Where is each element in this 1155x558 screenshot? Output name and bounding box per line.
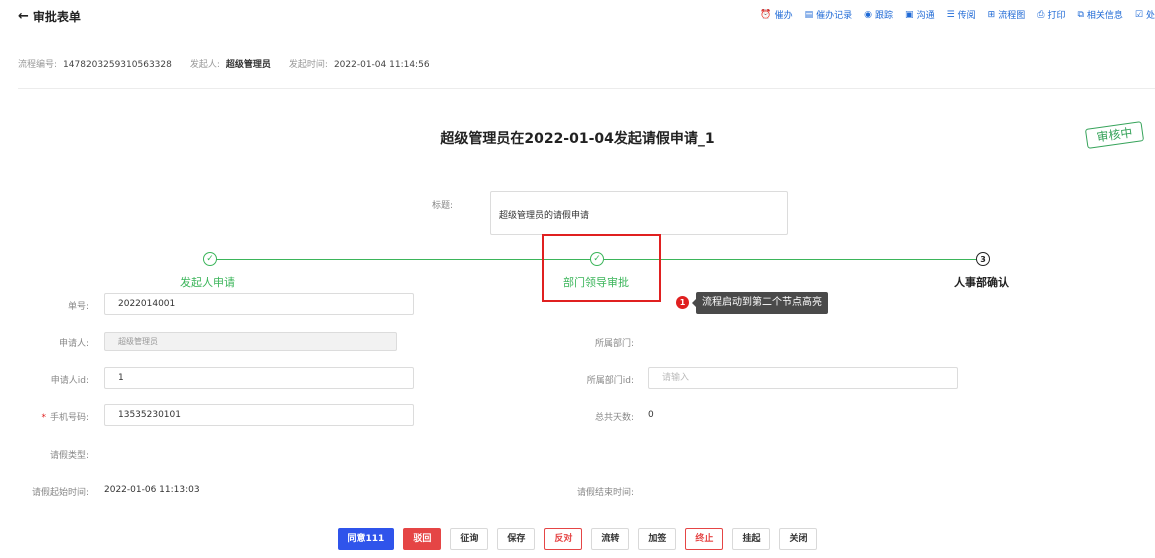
tool-urge[interactable]: ⏰ 催办 xyxy=(760,8,793,22)
total-days-value: 0 xyxy=(648,410,654,420)
step-3-label: 人事部确认 xyxy=(954,276,1009,289)
arrow-left-icon: ← xyxy=(18,9,29,24)
title-field-label: 标题: xyxy=(432,201,454,211)
related-icon: ⧉ xyxy=(1077,9,1084,20)
communicate-icon: ▣ xyxy=(905,9,914,20)
tool-urge-label: 催办 xyxy=(774,11,793,21)
tool-circulate-label: 传阅 xyxy=(957,11,976,21)
flow-no-label: 流程编号: xyxy=(18,60,58,70)
end-date-label: 请假结束时间: xyxy=(576,488,634,498)
page-title: 审批表单 xyxy=(32,10,81,24)
start-time-label: 发起时间: xyxy=(288,60,328,70)
order-no-input[interactable]: 2022014001 xyxy=(104,293,414,315)
tool-circulate[interactable]: ☰ 传阅 xyxy=(946,8,976,22)
title-field-input[interactable]: 超级管理员的请假申请 xyxy=(490,191,788,235)
tool-track[interactable]: ◉ 跟踪 xyxy=(864,8,894,22)
circulate-icon: ☰ xyxy=(946,9,955,20)
start-time-value: 2022-01-04 11:14:56 xyxy=(333,60,430,70)
tool-communicate-label: 沟通 xyxy=(916,11,935,21)
required-mark: * xyxy=(41,413,46,423)
add-sign-button[interactable]: 加签 xyxy=(638,528,677,550)
process-meta: 流程编号: 1478203259310563328 发起人: 超级管理员 发起时间:… xyxy=(18,57,430,70)
tool-related-label: 相关信息 xyxy=(1086,11,1123,21)
close-button[interactable]: 关闭 xyxy=(779,528,818,550)
tool-related[interactable]: ⧉ 相关信息 xyxy=(1077,8,1123,22)
reject-button[interactable]: 驳回 xyxy=(403,528,442,550)
tool-handle-label: 处 xyxy=(1145,11,1155,21)
back-button[interactable]: ← 审批表单 xyxy=(18,8,81,25)
handle-icon: ☑ xyxy=(1134,9,1143,20)
tool-print-label: 打印 xyxy=(1047,11,1066,21)
tool-communicate[interactable]: ▣ 沟通 xyxy=(905,8,935,22)
urge-log-icon: ▤ xyxy=(804,9,814,20)
applicant-id-input[interactable]: 1 xyxy=(104,367,414,389)
start-date-value: 2022-01-06 11:13:03 xyxy=(104,485,200,495)
divider xyxy=(18,88,1155,89)
flow-no-value: 1478203259310563328 xyxy=(63,60,172,70)
print-icon: ⎙ xyxy=(1037,9,1045,20)
dept-label: 所属部门: xyxy=(594,339,634,349)
tool-flowchart-label: 流程图 xyxy=(998,11,1026,21)
step-1-label: 发起人申请 xyxy=(180,276,235,289)
track-icon: ◉ xyxy=(864,9,873,20)
total-days-label: 总共天数: xyxy=(594,413,634,423)
order-no-label: 单号: xyxy=(67,302,89,312)
highlight-box xyxy=(542,234,661,302)
phone-label-text: 手机号码: xyxy=(49,413,89,423)
step-connector-1 xyxy=(210,259,592,260)
tool-urge-log[interactable]: ▤ 催办记录 xyxy=(804,8,853,22)
start-date-label: 请假起始时间: xyxy=(31,488,89,498)
step-3-number-icon: 3 xyxy=(976,252,990,266)
transfer-button[interactable]: 流转 xyxy=(591,528,630,550)
form-title: 超级管理员在2022-01-04发起请假申请_1 xyxy=(440,131,715,147)
leave-type-label: 请假类型: xyxy=(49,451,89,461)
tool-track-label: 跟踪 xyxy=(875,11,894,21)
toolbar: ⏰ 催办 ▤ 催办记录 ◉ 跟踪 ▣ 沟通 ☰ 传阅 ⊞ 流程图 ⎙ 打印 ⧉ 相关信息 ☑ 处 xyxy=(748,8,1155,22)
applicant-input: 超级管理员 xyxy=(104,332,397,351)
flowchart-icon: ⊞ xyxy=(987,9,996,20)
annotation-badge: 1 xyxy=(676,296,689,309)
tool-urge-log-label: 催办记录 xyxy=(816,11,853,21)
dept-id-input[interactable]: 请输入 xyxy=(648,367,958,389)
tool-flowchart[interactable]: ⊞ 流程图 xyxy=(987,8,1026,22)
initiator-value: 超级管理员 xyxy=(225,60,271,70)
applicant-id-label: 申请人id: xyxy=(50,376,89,386)
consult-button[interactable]: 征询 xyxy=(450,528,489,550)
terminate-button[interactable]: 终止 xyxy=(685,528,724,550)
initiator-label: 发起人: xyxy=(189,60,220,70)
tool-handle[interactable]: ☑ 处 xyxy=(1134,8,1155,22)
tool-print[interactable]: ⎙ 打印 xyxy=(1037,8,1066,22)
annotation-tooltip: 流程启动到第二个节点高亮 xyxy=(692,292,828,314)
dept-id-label: 所属部门id: xyxy=(586,376,634,386)
applicant-label: 申请人: xyxy=(58,339,89,349)
save-button[interactable]: 保存 xyxy=(497,528,536,550)
phone-label: * 手机号码: xyxy=(20,410,89,423)
suspend-button[interactable]: 挂起 xyxy=(732,528,771,550)
oppose-button[interactable]: 反对 xyxy=(544,528,583,550)
phone-input[interactable]: 13535230101 xyxy=(104,404,414,426)
agree-button[interactable]: 同意111 xyxy=(337,528,395,550)
action-bar: 同意111 驳回 征询 保存 反对 流转 加签 终止 挂起 关闭 xyxy=(0,528,1155,550)
urge-icon: ⏰ xyxy=(760,9,772,20)
step-1-check-icon: ✓ xyxy=(203,252,217,266)
